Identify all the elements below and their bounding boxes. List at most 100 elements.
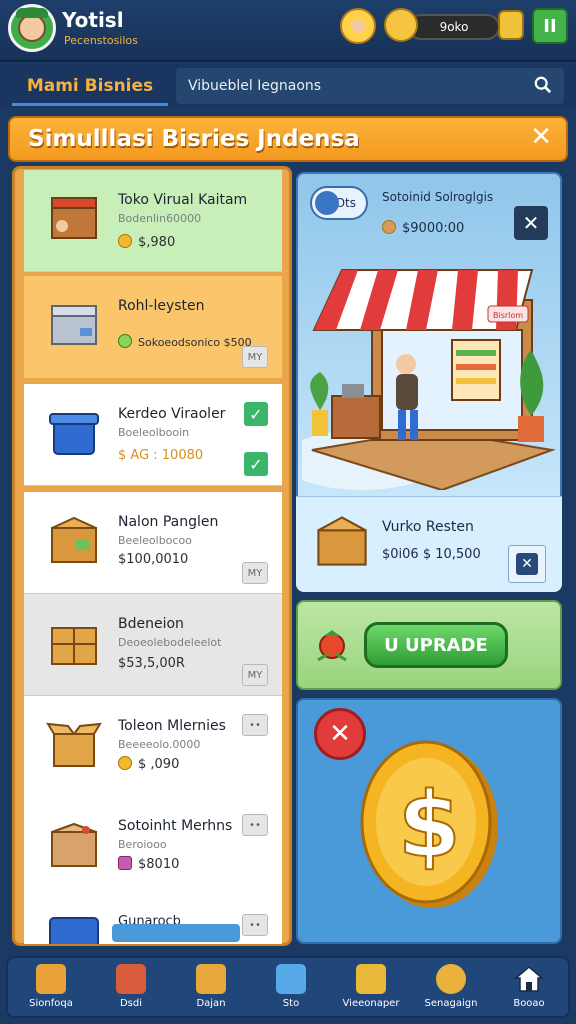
toggle-knob (315, 191, 339, 215)
cookie-icon (382, 220, 396, 234)
bottom-nav: Sionfoqa Dsdi Dajan Sto Vieeonaper Senag… (6, 956, 570, 1018)
player-subtitle: Pecenstosilos (64, 34, 138, 47)
spreadsheet-icon (356, 964, 386, 994)
item-price: $ ,090 (118, 756, 179, 772)
upgrade-button[interactable]: U UPRADE (364, 622, 508, 668)
search-icon[interactable] (534, 76, 552, 94)
tag-icon (118, 856, 132, 870)
cube-icon (276, 964, 306, 994)
item-desc: Bodenlin60000 (118, 212, 202, 225)
coin-icon (118, 234, 132, 248)
list-item[interactable]: Nalon Panglen Beeleolbocoo $100,0010 MY (24, 492, 282, 594)
list-item[interactable]: Toko Virual Kaitam Bodenlin60000 $,980 (24, 170, 282, 272)
parcel-icon (51, 822, 97, 867)
nav-item-home[interactable]: Booao (492, 962, 566, 1016)
bin-icon (49, 413, 99, 455)
home-icon (514, 966, 544, 992)
search-input[interactable]: Vibueblel Iegnaons (176, 68, 564, 104)
shop-name: Vurko Resten (382, 519, 474, 535)
item-badge[interactable]: •• (242, 714, 268, 736)
upgrade-panel: U UPRADE (296, 600, 562, 690)
item-badge[interactable]: •• (242, 814, 268, 836)
nav-label: Dsdi (119, 998, 143, 1009)
nav-label: Dajan (196, 998, 226, 1009)
nav-label: Vieeonaper (342, 998, 400, 1009)
player-name: Yotisl (62, 8, 124, 32)
coin-icon (118, 756, 132, 770)
nav-item-settings[interactable]: Senagaign (414, 962, 488, 1016)
list-item[interactable]: Rohl-leysten Sokoeodsonico $500 MY (24, 276, 282, 378)
progress-bar (112, 924, 240, 942)
list-item[interactable]: Gunarocb •• (24, 896, 282, 944)
nav-label: Sionfoqa (29, 998, 73, 1009)
nav-item-stock[interactable]: Sto (254, 962, 328, 1016)
player-avatar[interactable] (8, 4, 56, 52)
crate-icon (51, 197, 97, 239)
open-box-icon (46, 722, 102, 767)
checkbox[interactable]: ✓ (244, 402, 268, 426)
list-item[interactable]: Toleon Mlernies Beeeeolo.0000 $ ,090 •• (24, 696, 282, 798)
shop-summary[interactable]: Vurko Resten $0i06 $ 10,500 ✕ (296, 496, 562, 592)
item-price: $8010 (118, 856, 179, 872)
search-text: Vibueblel Iegnaons (188, 78, 322, 94)
nav-label: Sto (282, 998, 300, 1009)
item-desc: Beeleolbocoo (118, 534, 192, 547)
item-desc: Beeeeolo.0000 (118, 738, 201, 751)
item-desc: Beroiooo (118, 838, 167, 851)
view-toggle[interactable]: Ots (310, 186, 368, 220)
face-icon (16, 8, 48, 42)
character-icon[interactable] (340, 8, 376, 44)
coin-bag-icon[interactable] (498, 10, 524, 40)
list-item[interactable]: Bdeneion Deoeolebodeleelot $53,5,00R MY (24, 594, 282, 696)
nav-item-sales[interactable]: Dajan (174, 962, 248, 1016)
banner-close-button[interactable]: ✕ (530, 122, 552, 152)
item-name: Toko Virual Kaitam (118, 192, 248, 208)
item-badge[interactable]: MY (242, 346, 268, 368)
item-price: $ AG : 10080 (118, 448, 204, 463)
item-badge[interactable]: MY (242, 562, 268, 584)
shop-illustration: Bisrlom (302, 269, 556, 490)
nav-label: Senagaign (424, 998, 478, 1009)
chart-icon (116, 964, 146, 994)
detail-title: Sotoinid Solroglgis (382, 190, 494, 204)
coin-panel: ✕ $ (296, 698, 562, 944)
item-price: $,980 (118, 234, 175, 250)
banner-title: Simulllasi Bisries Jndensa (28, 126, 360, 152)
coin-icon (118, 334, 132, 348)
item-name: Nalon Panglen (118, 514, 219, 530)
title-banner: Simulllasi Bisries Jndensa ✕ (8, 116, 568, 162)
item-desc: Deoeolebodeleelot (118, 636, 222, 649)
tag-icon (196, 964, 226, 994)
checkbox[interactable]: ✓ (244, 452, 268, 476)
package-icon (51, 627, 97, 665)
item-name: Toleon Mlernies (118, 718, 226, 734)
cardboard-box-icon (51, 516, 97, 563)
tab-main-business[interactable]: Mami Bisnies (12, 68, 168, 106)
balance-display: 9oko (408, 14, 500, 40)
list-item[interactable]: Kerdeo Viraoler Boeleolbooin $ AG : 1008… (24, 384, 282, 486)
nav-bar: Mami Bisnies Vibueblel Iegnaons (0, 64, 576, 108)
item-badge[interactable]: MY (242, 664, 268, 686)
gem-icon[interactable] (376, 0, 426, 50)
pause-button[interactable]: II (532, 8, 568, 44)
business-list[interactable]: Toko Virual Kaitam Bodenlin60000 $,980 R… (24, 170, 282, 944)
container-icon (49, 917, 99, 944)
nav-item-report[interactable]: Vieeonaper (334, 962, 408, 1016)
item-price: $100,0010 (118, 552, 189, 567)
item-desc: Boeleolbooin (118, 426, 190, 439)
item-name: Bdeneion (118, 616, 184, 632)
svg-text:$: $ (398, 773, 461, 878)
warehouse-icon (36, 964, 66, 994)
shop-close-button[interactable]: ✕ (508, 545, 546, 583)
nav-item-data[interactable]: Dsdi (94, 962, 168, 1016)
item-badge[interactable]: •• (242, 914, 268, 936)
list-item[interactable]: Sotoinht Merhns Beroiooo $8010 •• (24, 796, 282, 898)
dollar-coin-icon[interactable]: $ (354, 734, 502, 912)
tomato-icon (317, 630, 347, 662)
shop-sign: Bisrlom (493, 311, 523, 320)
top-bar: Yotisl Pecenstosilos 9oko II (0, 0, 576, 62)
detail-close-button[interactable]: ✕ (514, 206, 548, 240)
shop-box-icon (317, 516, 367, 566)
box-icon (51, 305, 97, 345)
nav-item-storage[interactable]: Sionfoqa (14, 962, 88, 1016)
